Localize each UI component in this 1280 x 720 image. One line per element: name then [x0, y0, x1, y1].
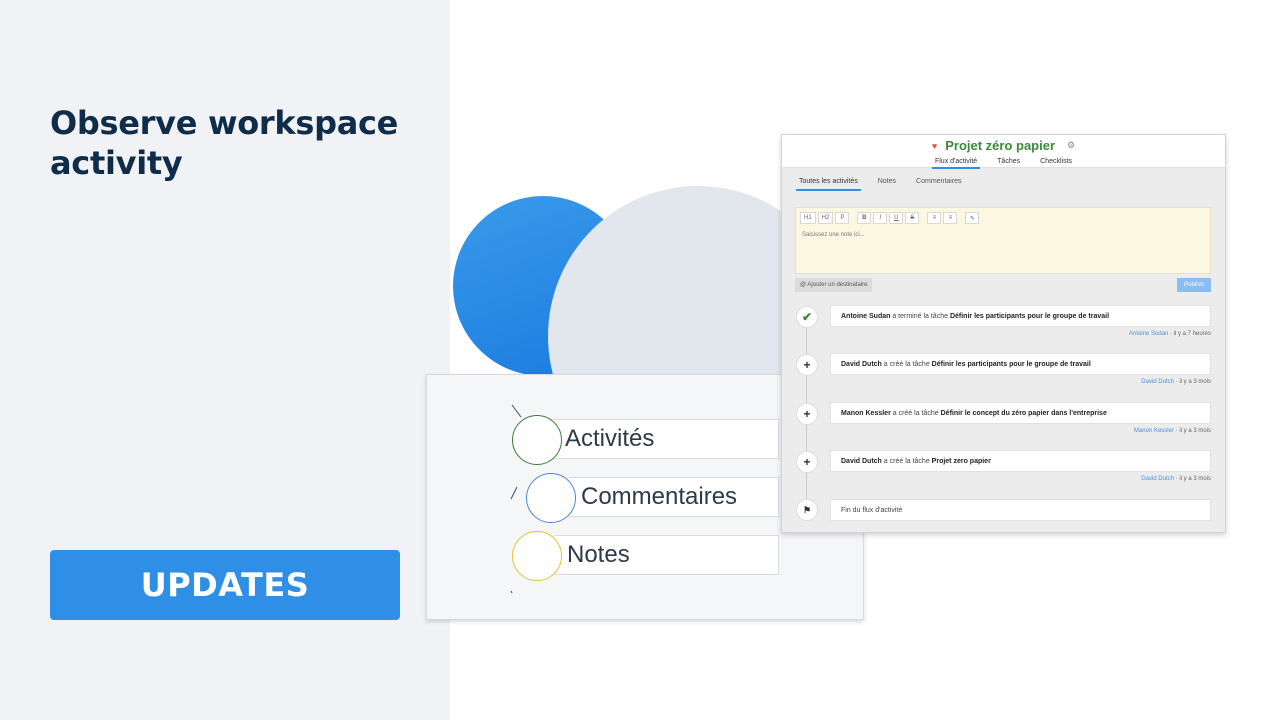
type-label: Activités [565, 425, 655, 452]
updates-badge: UPDATES [50, 550, 400, 620]
underline-button[interactable]: U [889, 212, 904, 224]
activity-meta: David Dutch · il y a 3 mois [1141, 379, 1211, 385]
type-row-activites: Activités [553, 419, 779, 459]
commentaires-circle [526, 473, 576, 523]
bullet-list-icon[interactable]: ≡ [927, 212, 942, 224]
filter-comments[interactable]: Commentaires [913, 178, 965, 191]
activity-meta: Manon Kessler · il y a 3 mois [1133, 428, 1211, 434]
activity-author-link[interactable]: Antoine Sudan [1129, 331, 1168, 337]
activity-app-window: ♥ Projet zéro papier ⚙ Flux d'activité T… [781, 134, 1226, 533]
paragraph-button[interactable]: P [835, 212, 850, 224]
activity-item: David Dutch a créé la tâche Projet zero … [830, 450, 1211, 472]
favorite-heart-icon[interactable]: ♥ [932, 141, 937, 151]
plus-icon: + [796, 354, 818, 376]
check-icon: ✔ [796, 306, 818, 328]
add-recipient-button[interactable]: @ Ajouter un destinataire [795, 278, 873, 292]
activity-item: David Dutch a créé la tâche Définir les … [830, 353, 1211, 375]
tab-checklists[interactable]: Checklists [1037, 158, 1075, 169]
type-label: Notes [567, 541, 630, 568]
activity-meta: Antoine Sudan · il y a 7 heures [1128, 331, 1211, 337]
type-label: Commentaires [581, 483, 738, 510]
activites-circle [512, 415, 562, 465]
notes-circle [512, 531, 562, 581]
activity-item: Antoine Sudan a terminé la tâche Définir… [830, 305, 1211, 327]
editor-toolbar: H1 H2 P B I U S ≡ ≡ ✎ [800, 212, 980, 224]
h1-button[interactable]: H1 [800, 212, 816, 224]
finish-flag-icon: ⚑ [796, 499, 818, 521]
filter-notes[interactable]: Notes [875, 178, 899, 191]
activity-author-link[interactable]: Manon Kessler [1134, 428, 1174, 434]
feed-filter-tabs: Toutes les activités Notes Commentaires [796, 178, 965, 191]
plus-icon: + [796, 451, 818, 473]
activity-author-link[interactable]: David Dutch [1141, 476, 1174, 482]
tab-activity-feed[interactable]: Flux d'activité [931, 158, 981, 169]
project-nav: Flux d'activité Tâches Checklists [782, 158, 1225, 169]
feed-end-label: Fin du flux d'activité [841, 506, 903, 514]
type-row-notes: Notes [555, 535, 779, 575]
tab-tasks[interactable]: Tâches [994, 158, 1023, 169]
link-icon[interactable]: ✎ [965, 212, 980, 224]
promo-panel: Observe workspace activity UPDATES [0, 0, 450, 720]
filter-all-activities[interactable]: Toutes les activités [796, 178, 861, 191]
project-title: Projet zéro papier [945, 138, 1056, 153]
plus-icon: + [796, 403, 818, 425]
activity-author-link[interactable]: David Dutch [1141, 379, 1174, 385]
bold-button[interactable]: B [857, 212, 872, 224]
app-header: ♥ Projet zéro papier ⚙ Flux d'activité T… [782, 135, 1225, 169]
publish-button[interactable]: Publish [1177, 278, 1211, 292]
activity-meta: David Dutch · il y a 3 mois [1141, 476, 1211, 482]
h2-button[interactable]: H2 [817, 212, 834, 224]
type-row-commentaires: Commentaires [569, 477, 779, 517]
note-input-placeholder[interactable]: Saisissez une note ici... [802, 232, 865, 238]
italic-button[interactable]: I [873, 212, 888, 224]
feed-end-item: Fin du flux d'activité [830, 499, 1211, 521]
note-editor[interactable]: H1 H2 P B I U S ≡ ≡ ✎ Saisissez une note… [795, 207, 1211, 274]
activity-item: Manon Kessler a créé la tâche Définir le… [830, 402, 1211, 424]
strikethrough-button[interactable]: S [905, 212, 920, 224]
gear-icon[interactable]: ⚙ [1067, 140, 1075, 151]
numbered-list-icon[interactable]: ≡ [943, 212, 958, 224]
headline: Observe workspace activity [50, 104, 399, 182]
